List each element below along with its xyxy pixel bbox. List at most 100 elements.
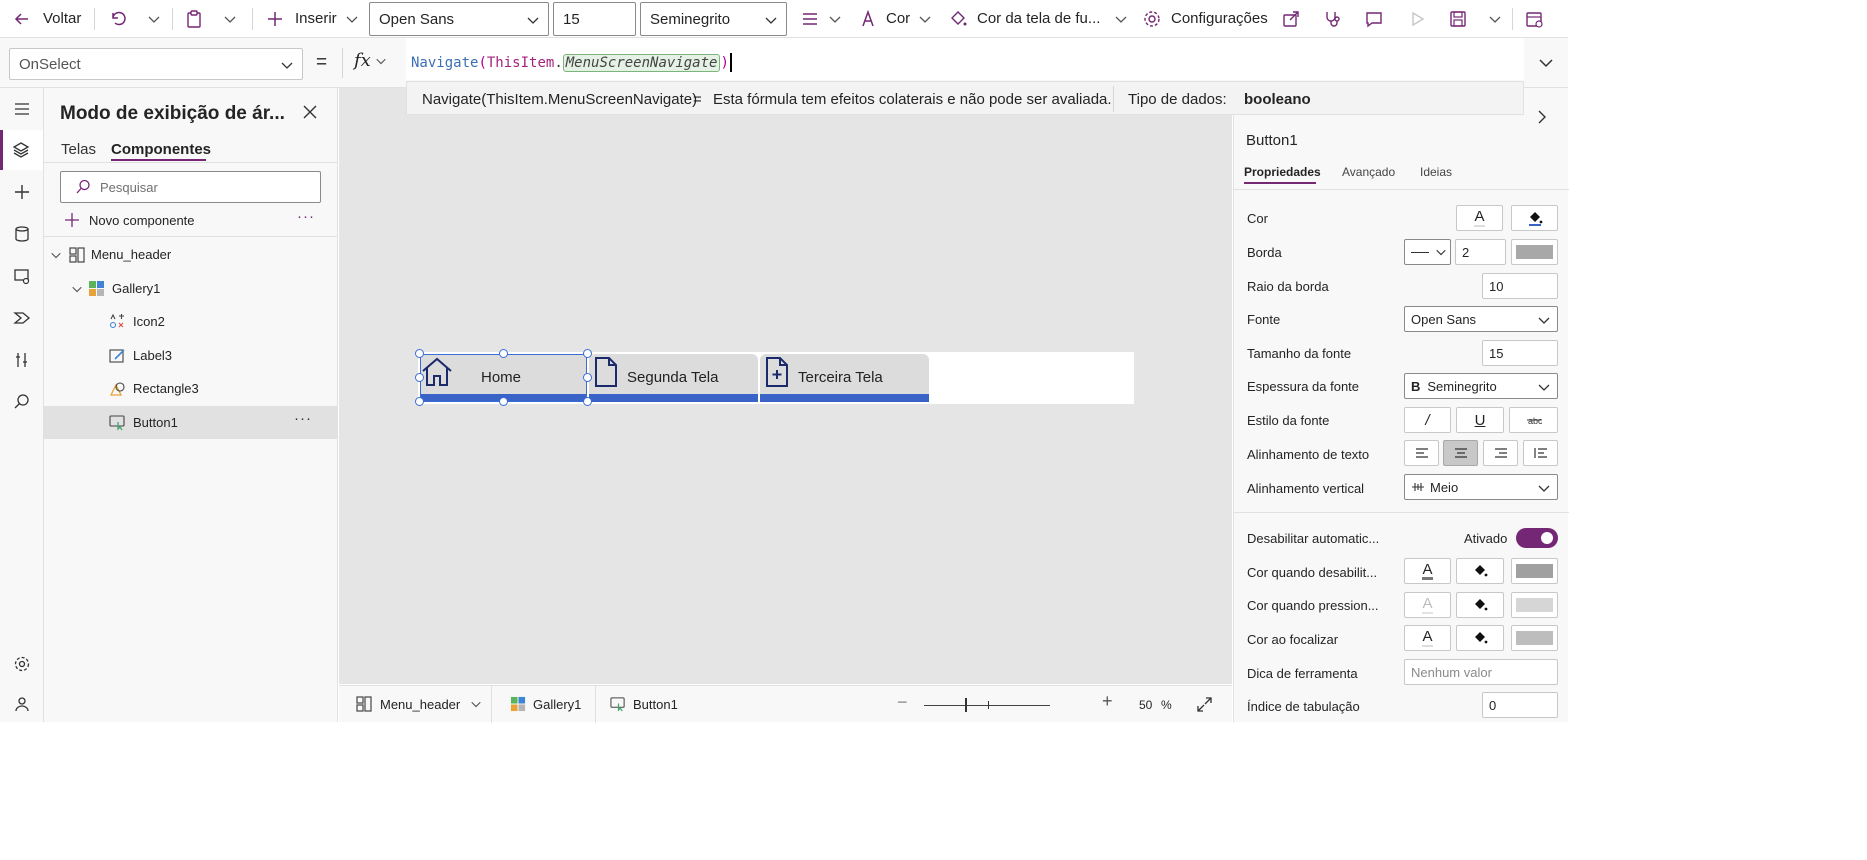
text-align-button[interactable] xyxy=(800,0,842,37)
tab-advanced[interactable]: Avançado xyxy=(1342,165,1395,179)
paste-button[interactable] xyxy=(184,0,204,37)
app-checker-button[interactable] xyxy=(1322,0,1342,37)
tree-item-button1[interactable]: Button1 ··· xyxy=(44,406,337,439)
more-options-icon[interactable]: ··· xyxy=(294,410,312,427)
undo-button[interactable] xyxy=(108,0,128,37)
breadcrumb-button1[interactable]: Button1 xyxy=(610,696,678,712)
disabled-fill-color-picker[interactable] xyxy=(1456,558,1504,584)
tab-components[interactable]: Componentes xyxy=(111,141,211,158)
rail-item-power-automate[interactable] xyxy=(6,302,38,334)
vertical-align-dropdown[interactable]: Meio xyxy=(1404,474,1558,500)
screen-color-button[interactable]: Cor da tela de fu... xyxy=(948,0,1128,37)
hamburger-menu-button[interactable] xyxy=(6,93,38,125)
font-dropdown[interactable]: Open Sans xyxy=(1404,306,1558,332)
paste-dropdown-chevron[interactable] xyxy=(223,0,237,37)
property-dropdown[interactable]: OnSelect xyxy=(9,48,303,80)
tooltip-input[interactable]: Nenhum valor xyxy=(1404,659,1558,685)
menu-header-component[interactable]: Home Segunda Tela Terceira Tela xyxy=(415,349,1134,406)
breadcrumb-menu-header[interactable]: Menu_header xyxy=(356,696,482,712)
tab-screens[interactable]: Telas xyxy=(61,141,96,158)
share-button[interactable] xyxy=(1281,0,1301,37)
resize-handle[interactable] xyxy=(415,373,424,382)
more-options-icon[interactable]: ··· xyxy=(297,208,315,225)
tree-item-label3[interactable]: Label3 xyxy=(44,339,337,372)
formula-editor[interactable]: Navigate ( ThisItem . MenuScreenNavigate… xyxy=(406,38,1524,80)
back-button[interactable]: Voltar xyxy=(12,0,81,37)
save-button[interactable] xyxy=(1448,0,1468,37)
font-weight-dropdown[interactable]: B Seminegrito xyxy=(1404,373,1558,399)
expand-formula-button[interactable] xyxy=(1524,38,1568,88)
resize-handle[interactable] xyxy=(499,397,508,406)
fit-to-window-button[interactable] xyxy=(1196,696,1213,713)
pressed-font-color-picker[interactable]: A xyxy=(1404,592,1451,618)
publish-button[interactable] xyxy=(1524,0,1544,37)
border-thickness-input[interactable]: 2 xyxy=(1455,239,1506,265)
new-component-button[interactable]: Novo componente xyxy=(64,210,195,230)
rail-item-data[interactable] xyxy=(6,218,38,250)
auto-disable-toggle[interactable] xyxy=(1516,528,1558,548)
align-justify-button[interactable] xyxy=(1523,440,1558,466)
tab-properties[interactable]: Propriedades xyxy=(1244,165,1321,179)
resize-handle[interactable] xyxy=(583,373,592,382)
tree-item-rectangle3[interactable]: Rectangle3 xyxy=(44,372,337,405)
design-canvas[interactable]: Home Segunda Tela Terceira Tela xyxy=(339,88,1232,684)
resize-handle[interactable] xyxy=(415,349,424,358)
font-color-picker[interactable]: A xyxy=(1456,205,1503,231)
align-right-button[interactable] xyxy=(1483,440,1518,466)
menu-button-terceira-tela[interactable]: Terceira Tela xyxy=(760,354,929,402)
focus-font-color-picker[interactable]: A xyxy=(1404,625,1451,651)
italic-button[interactable]: / xyxy=(1404,407,1451,433)
rail-item-advanced-tools[interactable] xyxy=(6,344,38,376)
font-weight-dropdown[interactable]: Seminegrito xyxy=(640,2,787,36)
rail-item-insert[interactable] xyxy=(6,176,38,208)
align-left-button[interactable] xyxy=(1404,440,1439,466)
focus-border-color-picker[interactable] xyxy=(1511,625,1558,651)
close-panel-button[interactable] xyxy=(302,104,318,120)
color-button[interactable]: Cor xyxy=(858,0,932,37)
search-box[interactable]: Pesquisar xyxy=(60,171,321,203)
border-style-dropdown[interactable] xyxy=(1404,239,1451,265)
tab-ideas[interactable]: Ideias xyxy=(1420,165,1452,179)
focus-fill-color-picker[interactable] xyxy=(1456,625,1504,651)
tab-index-input[interactable]: 0 xyxy=(1482,692,1558,718)
zoom-in-button[interactable]: + xyxy=(1102,691,1113,712)
border-color-picker[interactable] xyxy=(1511,239,1558,265)
font-family-dropdown[interactable]: Open Sans xyxy=(369,2,549,36)
font-size-input[interactable]: 15 xyxy=(553,2,636,36)
pressed-border-color-picker[interactable] xyxy=(1511,592,1558,618)
disabled-font-color-picker[interactable]: A xyxy=(1404,558,1451,584)
pressed-fill-color-picker[interactable] xyxy=(1456,592,1504,618)
function-button[interactable]: fx xyxy=(354,50,387,71)
zoom-out-button[interactable]: − xyxy=(897,692,908,713)
resize-handle[interactable] xyxy=(499,349,508,358)
resize-handle[interactable] xyxy=(583,397,592,406)
rail-item-media[interactable] xyxy=(6,260,38,292)
rail-item-settings[interactable] xyxy=(6,648,38,680)
breadcrumb-gallery1[interactable]: Gallery1 xyxy=(510,696,581,712)
settings-button[interactable]: Configurações xyxy=(1142,0,1268,37)
border-radius-input[interactable]: 10 xyxy=(1482,273,1558,299)
zoom-slider-thumb[interactable] xyxy=(965,698,967,712)
undo-dropdown-chevron[interactable] xyxy=(147,0,161,37)
disabled-border-color-picker[interactable] xyxy=(1511,558,1558,584)
save-dropdown-chevron[interactable] xyxy=(1488,0,1502,37)
underline-button[interactable]: U xyxy=(1456,407,1504,433)
expand-panel-button[interactable] xyxy=(1536,110,1548,124)
zoom-slider-track[interactable] xyxy=(924,705,1050,706)
rail-item-virtual-agent[interactable] xyxy=(6,688,38,720)
preview-button[interactable] xyxy=(1407,0,1427,37)
tree-item-menu-header[interactable]: Menu_header xyxy=(44,238,337,271)
insert-button[interactable]: Inserir xyxy=(266,0,359,37)
comments-button[interactable] xyxy=(1364,0,1384,37)
resize-handle[interactable] xyxy=(415,397,424,406)
rail-item-search[interactable] xyxy=(6,386,38,418)
align-center-button[interactable] xyxy=(1443,440,1478,466)
strikethrough-button[interactable]: abc xyxy=(1509,407,1558,433)
resize-handle[interactable] xyxy=(583,349,592,358)
fill-color-picker[interactable] xyxy=(1511,205,1558,231)
rail-item-tree-view[interactable] xyxy=(0,130,43,170)
menu-button-segunda-tela[interactable]: Segunda Tela xyxy=(589,354,758,402)
tree-item-gallery1[interactable]: Gallery1 xyxy=(44,272,337,305)
font-size-input[interactable]: 15 xyxy=(1482,340,1558,366)
tree-item-icon2[interactable]: Icon2 xyxy=(44,305,337,338)
